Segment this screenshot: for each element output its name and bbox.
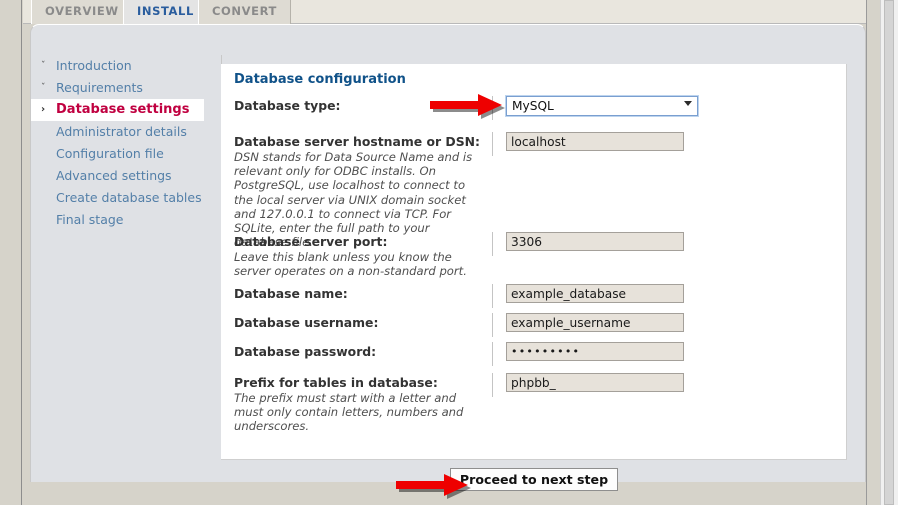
- sidebar-nav: ˇ Introduction ˇ Requirements › Database…: [31, 55, 197, 231]
- tab-convert[interactable]: CONVERT: [198, 0, 291, 24]
- tab-overview[interactable]: OVERVIEW: [31, 0, 133, 24]
- database-type-selected-value: MySQL: [512, 99, 554, 113]
- form-row-database-type: Database type: MySQL: [234, 96, 834, 132]
- label-cell: Database username:: [234, 313, 492, 330]
- sidebar-item-requirements[interactable]: ˇ Requirements: [31, 77, 197, 99]
- hostname-label: Database server hostname or DSN:: [234, 134, 480, 149]
- sidebar-item-administrator-details[interactable]: Administrator details: [31, 121, 197, 143]
- sidebar-item-label: Database settings: [56, 102, 189, 117]
- form-row-database-name: Database name:: [234, 284, 834, 313]
- field-cell: MySQL: [492, 96, 834, 120]
- database-type-select[interactable]: MySQL: [506, 96, 698, 116]
- check-icon: ˇ: [41, 77, 46, 99]
- page-title: Database configuration: [234, 72, 406, 87]
- field-cell: [492, 132, 834, 156]
- port-label: Database server port:: [234, 234, 480, 249]
- port-hint: Leave this blank unless you know the ser…: [234, 250, 480, 278]
- sidebar-item-label: Advanced settings: [56, 168, 172, 183]
- chevron-right-icon: ›: [41, 99, 45, 121]
- installer-page: OVERVIEW INSTALL CONVERT ˇ Introduction …: [0, 0, 898, 505]
- sidebar-item-label: Introduction: [56, 58, 132, 73]
- sidebar-item-label: Final stage: [56, 212, 123, 227]
- database-type-label: Database type:: [234, 98, 480, 113]
- field-cell: [492, 342, 834, 366]
- field-cell: [492, 284, 834, 308]
- table-prefix-input[interactable]: [506, 373, 684, 392]
- sidebar-item-label: Administrator details: [56, 124, 187, 139]
- field-cell: [492, 232, 834, 256]
- database-password-input[interactable]: [506, 342, 684, 361]
- field-cell: [492, 373, 834, 397]
- label-cell: Database type:: [234, 96, 492, 113]
- sidebar-item-label: Create database tables: [56, 190, 202, 205]
- label-cell: Database password:: [234, 342, 492, 359]
- database-username-label: Database username:: [234, 315, 480, 330]
- form-row-port: Database server port: Leave this blank u…: [234, 232, 834, 284]
- database-configuration-form: Database type: MySQL: [234, 96, 834, 433]
- label-cell: Prefix for tables in database: The prefi…: [234, 373, 492, 434]
- sidebar-item-introduction[interactable]: ˇ Introduction: [31, 55, 197, 77]
- sidebar-item-label: Configuration file: [56, 146, 164, 161]
- form-row-database-password: Database password:: [234, 342, 834, 373]
- form-row-hostname: Database server hostname or DSN: DSN sta…: [234, 132, 834, 232]
- database-configuration-card: Database configuration Database type: My…: [221, 64, 847, 460]
- tab-install[interactable]: INSTALL: [123, 0, 208, 24]
- database-username-input[interactable]: [506, 313, 684, 332]
- left-page-gutter: [0, 0, 22, 505]
- field-cell: [492, 313, 834, 337]
- port-input[interactable]: [506, 232, 684, 251]
- proceed-to-next-step-button[interactable]: Proceed to next step: [450, 468, 618, 491]
- sidebar-item-database-settings[interactable]: › Database settings: [31, 99, 204, 121]
- sidebar-item-label: Requirements: [56, 80, 143, 95]
- hostname-input[interactable]: [506, 132, 684, 151]
- label-cell: Database server port: Leave this blank u…: [234, 232, 492, 278]
- database-name-label: Database name:: [234, 286, 480, 301]
- sidebar-item-final-stage[interactable]: Final stage: [31, 209, 197, 231]
- database-password-label: Database password:: [234, 344, 480, 359]
- form-row-table-prefix: Prefix for tables in database: The prefi…: [234, 373, 834, 433]
- tab-bar: OVERVIEW INSTALL CONVERT: [23, 0, 866, 24]
- form-row-database-username: Database username:: [234, 313, 834, 342]
- installer-panel: ˇ Introduction ˇ Requirements › Database…: [30, 24, 866, 482]
- sidebar-item-advanced-settings[interactable]: Advanced settings: [31, 165, 197, 187]
- submit-row: Proceed to next step: [221, 468, 847, 491]
- database-name-input[interactable]: [506, 284, 684, 303]
- vertical-scrollbar-thumb[interactable]: [884, 0, 894, 505]
- table-prefix-label: Prefix for tables in database:: [234, 375, 480, 390]
- chevron-down-icon: [684, 101, 692, 106]
- sidebar-item-create-database-tables[interactable]: Create database tables: [31, 187, 197, 209]
- label-cell: Database name:: [234, 284, 492, 301]
- check-icon: ˇ: [41, 55, 46, 77]
- sidebar-item-configuration-file[interactable]: Configuration file: [31, 143, 197, 165]
- right-page-gutter: [866, 0, 880, 505]
- table-prefix-hint: The prefix must start with a letter and …: [234, 391, 480, 434]
